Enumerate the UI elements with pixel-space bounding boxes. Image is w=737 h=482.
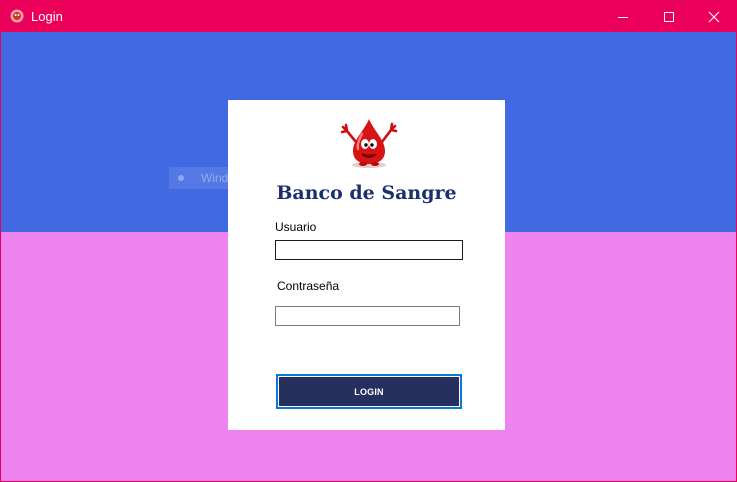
snip-dot-icon (178, 175, 184, 181)
login-button-label: LOGIN (279, 377, 459, 406)
app-heading: Banco de Sangre (276, 182, 457, 204)
minimize-icon (618, 16, 628, 18)
close-icon (708, 11, 720, 22)
login-card: Banco de Sangre Usuario Contraseña LOGIN (228, 100, 505, 430)
minimize-button[interactable] (600, 1, 646, 32)
login-window: Login Window Snip (0, 0, 737, 482)
login-button[interactable]: LOGIN (276, 374, 462, 409)
window-title: Login (31, 9, 63, 24)
maximize-icon (664, 11, 674, 22)
title-bar[interactable]: Login (1, 1, 736, 32)
username-input[interactable] (275, 240, 463, 260)
maximize-button[interactable] (646, 1, 692, 32)
username-label: Usuario (275, 220, 317, 234)
app-icon (10, 9, 24, 23)
blood-drop-mascot-icon (340, 119, 398, 168)
password-input[interactable] (275, 306, 460, 326)
close-button[interactable] (691, 1, 736, 32)
password-label: Contraseña (277, 279, 340, 293)
